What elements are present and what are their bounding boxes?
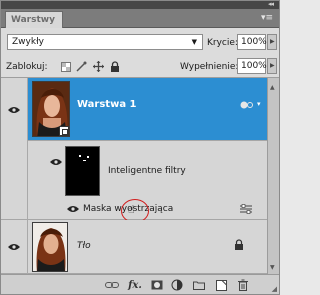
eye-column	[1, 141, 28, 199]
opacity-label: Krycie:	[207, 38, 238, 48]
scroll-down-arrow-icon[interactable]: ▼	[270, 264, 275, 271]
blend-row: Zwykły ▼ Krycie: 100% ▶	[1, 29, 279, 55]
layers-bottom-toolbar: fx. ◢	[1, 274, 279, 294]
trash-icon[interactable]	[237, 279, 249, 291]
layers-scrollbar[interactable]: ▲ ▼	[267, 78, 279, 274]
filter-blending-options-icon[interactable]	[239, 204, 253, 214]
blend-mode-select[interactable]: Zwykły ▼	[7, 34, 203, 50]
tab-layers[interactable]: Warstwy	[5, 11, 63, 28]
fill-slider-button[interactable]: ▶	[267, 58, 277, 74]
visibility-toggle[interactable]	[1, 78, 28, 141]
layer-row-warstwa-1[interactable]: Warstwa 1 ▾	[1, 78, 267, 141]
lock-label: Zablokuj:	[6, 62, 48, 72]
layer-thumbnail	[32, 222, 68, 272]
lock-icon	[235, 239, 243, 250]
eye-icon[interactable]	[50, 158, 62, 166]
fill-label: Wypełnienie:	[180, 62, 239, 72]
panel-menu-icon[interactable]: ▾≡	[261, 13, 273, 23]
mask-icon[interactable]	[151, 279, 163, 291]
panel-header-strip: ◂◂	[1, 0, 279, 9]
lock-transparent-pixels-icon[interactable]	[60, 61, 71, 72]
filter-mask-thumbnail[interactable]	[65, 146, 100, 196]
lock-image-pixels-icon[interactable]	[76, 61, 87, 72]
scroll-up-arrow-icon[interactable]: ▲	[270, 84, 275, 91]
group-icon[interactable]	[193, 279, 205, 291]
fx-icon[interactable]: fx.	[127, 279, 143, 291]
layer-name[interactable]: Warstwa 1	[77, 99, 137, 110]
expand-triangle-icon[interactable]: ▾	[257, 100, 261, 108]
layer-name[interactable]: Tło	[77, 241, 91, 251]
eye-icon[interactable]	[67, 205, 79, 213]
adjustment-icon[interactable]	[171, 279, 183, 291]
new-layer-icon[interactable]	[215, 279, 227, 291]
eye-icon	[8, 244, 20, 250]
visibility-toggle[interactable]	[1, 220, 28, 274]
opacity-input[interactable]: 100%	[237, 34, 267, 50]
layer-row-filter-unsharp-mask[interactable]: Maska wyostrzająca ☝	[1, 199, 267, 223]
smart-filter-indicator-icon[interactable]	[240, 100, 254, 109]
lock-all-icon[interactable]	[109, 61, 120, 72]
layer-thumbnail	[32, 81, 70, 137]
layer-row-background[interactable]: Tło	[1, 220, 267, 274]
panel-tab-row: Warstwy ▾≡	[1, 9, 279, 28]
blend-mode-value: Zwykły	[12, 37, 44, 47]
lock-row: Zablokuj: Wypełnienie: 100% ▶	[1, 56, 279, 78]
opacity-slider-button[interactable]: ▶	[267, 34, 277, 50]
chevron-down-icon: ▼	[191, 38, 197, 46]
eye-column	[1, 199, 28, 220]
hand-cursor-icon: ☝	[128, 203, 135, 216]
layer-name: Inteligentne filtry	[108, 166, 186, 176]
collapse-panel-icon[interactable]: ◂◂	[268, 0, 274, 8]
resize-grip-icon[interactable]: ◢	[272, 285, 277, 293]
eye-icon	[8, 106, 20, 113]
fill-input[interactable]: 100%	[237, 58, 267, 74]
layer-row-smart-filters[interactable]: Inteligentne filtry	[1, 141, 267, 199]
layers-list: Warstwa 1 ▾ Inteligentne filtry Maska wy…	[1, 78, 267, 274]
lock-position-icon[interactable]	[93, 61, 104, 72]
link-icon[interactable]	[105, 279, 119, 291]
smart-object-badge-icon	[59, 126, 69, 136]
layers-panel: ◂◂ Warstwy ▾≡ Zwykły ▼ Krycie: 100% ▶ Za…	[0, 0, 280, 295]
